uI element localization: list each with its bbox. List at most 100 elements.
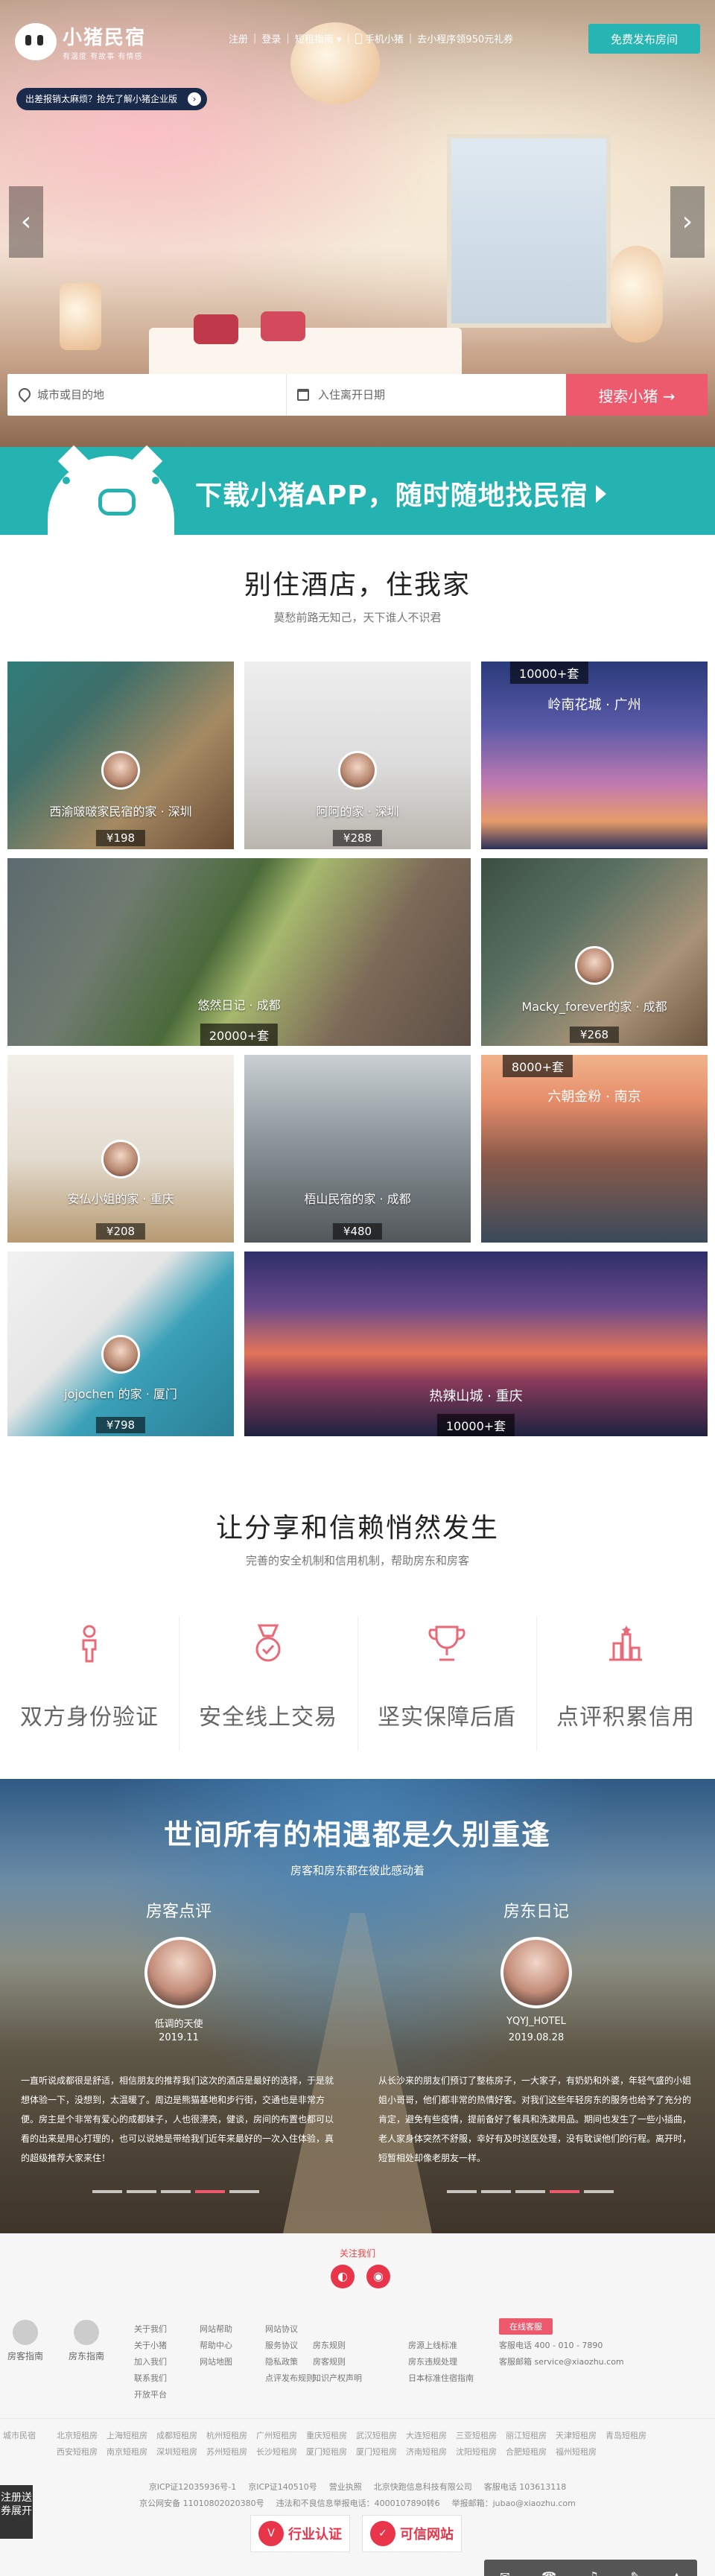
listing-card[interactable]: jojochen 的家 · 厦门 ¥798: [7, 1251, 234, 1436]
story-title: 悠然日记 · 成都: [197, 998, 281, 1012]
prev-slide-button[interactable]: ‹: [9, 186, 43, 258]
city-card-guangzhou[interactable]: 10000+套 岭南花城 · 广州: [481, 662, 708, 849]
bell-icon[interactable]: ♫: [588, 2569, 599, 2576]
city-link[interactable]: 重庆短租房: [306, 2428, 347, 2444]
city-link[interactable]: 丽江短租房: [506, 2428, 547, 2444]
city-link[interactable]: 合肥短租房: [506, 2444, 547, 2461]
register-link[interactable]: 注册: [229, 31, 248, 45]
service-email: 客服邮箱 service@xiaozhu.com: [499, 2357, 624, 2367]
edit-icon[interactable]: ✎: [630, 2569, 640, 2576]
city-link[interactable]: 厦门短租房: [356, 2444, 397, 2461]
carousel-dot[interactable]: [229, 2190, 259, 2193]
industry-cert-badge[interactable]: V 行业认证: [250, 2515, 350, 2552]
footer-link[interactable]: 网站帮助: [200, 2324, 232, 2334]
date-input[interactable]: [318, 388, 512, 402]
city-link[interactable]: 苏州短租房: [206, 2444, 247, 2461]
city-link[interactable]: 天津短租房: [556, 2428, 597, 2444]
footer-link[interactable]: 网站协议: [265, 2324, 298, 2334]
listing-card[interactable]: 阿阿的家 · 深圳 ¥288: [244, 662, 471, 849]
city-link[interactable]: 北京短租房: [57, 2428, 98, 2444]
carousel-dot[interactable]: [195, 2190, 225, 2193]
footer-link[interactable]: 联系我们: [134, 2373, 167, 2383]
city-card-chengdu[interactable]: 悠然日记 · 成都 20000+套: [7, 858, 471, 1046]
phone-icon[interactable]: ☎: [541, 2569, 556, 2576]
hotline: 客服电话 400 - 010 - 7890: [499, 2341, 603, 2350]
pillow-decor: [261, 311, 305, 341]
back-to-top-icon[interactable]: ▲: [672, 2569, 681, 2576]
footer-link[interactable]: 房源上线标准: [408, 2341, 457, 2350]
footer-link[interactable]: 日本标准住宿指南: [408, 2373, 474, 2383]
carousel-dot[interactable]: [584, 2190, 614, 2193]
search-button[interactable]: 搜索小猪 →: [566, 374, 708, 416]
customer-service: 在线客服 客服电话 400 - 010 - 7890 客服邮箱 service@…: [499, 2318, 700, 2367]
weibo-icon[interactable]: ◉: [366, 2265, 390, 2288]
footer-link[interactable]: 房东违规处理: [408, 2357, 457, 2367]
guest-guide-link[interactable]: 房客指南: [3, 2320, 48, 2362]
publish-room-button[interactable]: 免费发布房间: [588, 24, 700, 54]
footer-link[interactable]: 加入我们: [134, 2357, 167, 2367]
carousel-dot[interactable]: [481, 2190, 511, 2193]
city-link[interactable]: 西安短租房: [57, 2444, 98, 2461]
person-icon: [67, 1621, 112, 1666]
listing-card[interactable]: 梧山民宿的家 · 成都 ¥480: [244, 1055, 471, 1243]
logo[interactable]: 小猪民宿 有温度 有故事 有情感: [15, 22, 146, 61]
carousel-dot[interactable]: [127, 2190, 156, 2193]
city-link[interactable]: 济南短租房: [406, 2444, 447, 2461]
chat-icon[interactable]: ✉: [500, 2569, 509, 2576]
wechat-icon[interactable]: ◐: [331, 2265, 355, 2288]
host-guide-link[interactable]: 房东指南: [64, 2320, 109, 2362]
next-slide-button[interactable]: ›: [670, 186, 705, 258]
landlord-guide-link[interactable]: 短租指南 ▾: [295, 31, 342, 45]
trust-label: 点评积累信用: [556, 1704, 695, 1730]
mobile-app-link[interactable]: 手机小猪: [355, 31, 404, 45]
city-input[interactable]: [37, 388, 231, 402]
footer-link[interactable]: 点评发布规则: [265, 2373, 314, 2383]
city-link[interactable]: 长沙短租房: [256, 2444, 297, 2461]
footer-link[interactable]: 房东规则: [313, 2341, 346, 2350]
carousel-dot[interactable]: [550, 2190, 579, 2193]
host-diary-heading: 房东日记: [503, 1903, 569, 1921]
footer-link[interactable]: 帮助中心: [200, 2341, 232, 2350]
city-link[interactable]: 上海短租房: [107, 2428, 147, 2444]
city-link[interactable]: 青岛短租房: [606, 2428, 646, 2444]
listing-count: 8000+套: [502, 1055, 573, 1077]
copyright-line: 京ICP证12035936号-1 京ICP证140510号 营业执照 北京快跑信息科技…: [0, 2479, 715, 2496]
footer-link[interactable]: 关于我们: [134, 2324, 167, 2334]
copyright-item: 北京快跑信息科技有限公司: [373, 2482, 472, 2492]
city-link[interactable]: 厦门短租房: [306, 2444, 347, 2461]
city-link[interactable]: 杭州短租房: [206, 2428, 247, 2444]
city-link[interactable]: 三亚短租房: [456, 2428, 497, 2444]
footer-link[interactable]: 关于小猪: [134, 2341, 167, 2350]
city-link[interactable]: 广州短租房: [256, 2428, 297, 2444]
carousel-dot[interactable]: [447, 2190, 477, 2193]
login-link[interactable]: 登录: [261, 31, 281, 45]
city-link[interactable]: 南京短租房: [107, 2444, 147, 2461]
trusted-site-badge[interactable]: ✓ 可信网站: [362, 2515, 462, 2552]
download-app-banner[interactable]: 下载小猪APP，随时随地找民宿: [0, 445, 715, 535]
footer-link[interactable]: 房客规则: [313, 2357, 346, 2367]
footer-link[interactable]: 开放平台: [134, 2390, 167, 2399]
trust-identity: 双方身份验证: [0, 1621, 179, 1731]
listing-card[interactable]: 西渝啵啵家民宿的家 · 深圳 ¥198: [7, 662, 234, 849]
footer-link[interactable]: 隐私政策: [265, 2357, 298, 2367]
footer-link[interactable]: 服务协议: [265, 2341, 298, 2350]
city-link[interactable]: 深圳短租房: [156, 2444, 197, 2461]
footer-link[interactable]: 知识产权声明: [313, 2373, 362, 2383]
city-link[interactable]: 沈阳短租房: [456, 2444, 497, 2461]
mini-program-link[interactable]: 去小程序领950元礼券: [417, 31, 513, 45]
city-link[interactable]: 武汉短租房: [356, 2428, 397, 2444]
carousel-dot[interactable]: [161, 2190, 191, 2193]
enterprise-promo[interactable]: 出差报销太麻烦？抢先了解小猪企业版 ›: [16, 88, 208, 110]
footer-link[interactable]: 网站地图: [200, 2357, 232, 2367]
city-link[interactable]: 大连短租房: [406, 2428, 447, 2444]
city-link[interactable]: 成都短租房: [156, 2428, 197, 2444]
online-service-button[interactable]: 在线客服: [499, 2318, 553, 2335]
carousel-dot[interactable]: [92, 2190, 122, 2193]
city-link-list: 北京短租房 上海短租房 成都短租房 杭州短租房 广州短租房 重庆短租房 武汉短租房 大连短租房…: [57, 2428, 682, 2461]
listing-card[interactable]: Macky_forever的家 · 成都 ¥268: [481, 858, 708, 1046]
carousel-dot[interactable]: [515, 2190, 545, 2193]
city-card-nanjing[interactable]: 8000+套 六朝金粉 · 南京: [481, 1055, 708, 1243]
city-card-chongqing[interactable]: 热辣山城 · 重庆 10000+套: [244, 1251, 708, 1436]
city-link[interactable]: 福州短租房: [556, 2444, 597, 2461]
listing-card[interactable]: 安仏小姐的家 · 重庆 ¥208: [7, 1055, 234, 1243]
